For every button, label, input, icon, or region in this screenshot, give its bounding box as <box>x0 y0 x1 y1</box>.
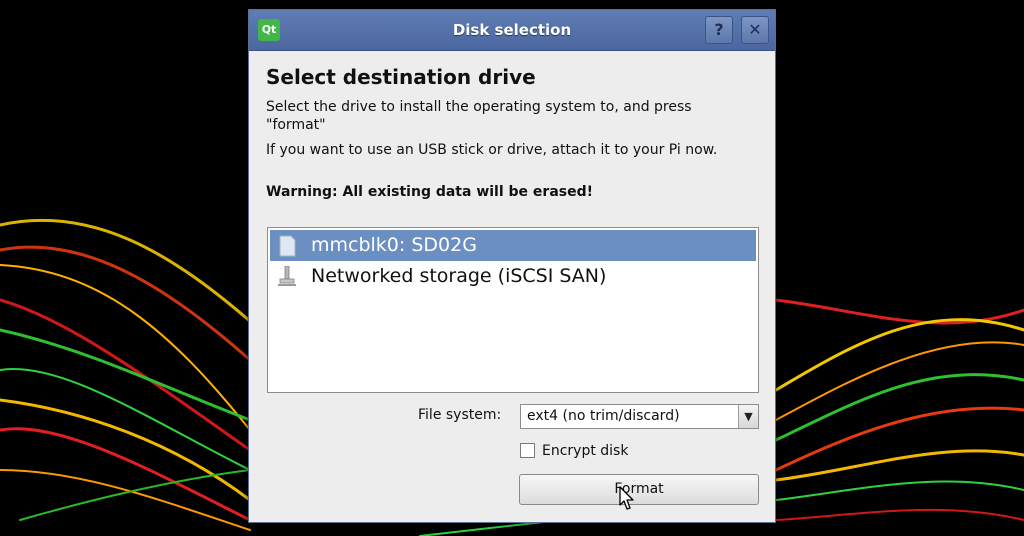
network-storage-icon <box>278 266 296 286</box>
title-bar[interactable]: Qt Disk selection ? ✕ <box>249 10 775 51</box>
drive-list[interactable]: mmcblk0: SD02G Networked storage (iSCSI … <box>267 227 759 393</box>
file-system-label: File system: <box>418 407 502 423</box>
format-button[interactable]: Format <box>519 474 759 505</box>
instruction-text: Select the drive to install the operatin… <box>266 99 692 133</box>
usb-hint-text: If you want to use an USB stick or drive… <box>266 142 718 158</box>
dialog-title: Disk selection <box>452 21 572 39</box>
file-system-value: ext4 (no trim/discard) <box>527 408 680 424</box>
page-title: Select destination drive <box>266 65 536 89</box>
file-system-select[interactable]: ext4 (no trim/discard) ▼ <box>520 404 759 429</box>
drive-label: mmcblk0: SD02G <box>311 234 477 256</box>
warning-text: Warning: All existing data will be erase… <box>266 184 593 200</box>
drive-item-network[interactable]: Networked storage (iSCSI SAN) <box>270 261 756 292</box>
close-button[interactable]: ✕ <box>741 16 769 44</box>
encrypt-disk-label: Encrypt disk <box>542 443 629 459</box>
sd-card-icon <box>279 235 296 257</box>
chevron-down-icon[interactable]: ▼ <box>738 405 758 428</box>
drive-label: Networked storage (iSCSI SAN) <box>311 265 607 287</box>
mouse-pointer-icon <box>619 486 634 510</box>
encrypt-disk-option[interactable]: Encrypt disk <box>520 441 680 461</box>
help-button[interactable]: ? <box>705 16 733 44</box>
drive-item-mmcblk0[interactable]: mmcblk0: SD02G <box>270 230 756 261</box>
encrypt-disk-checkbox[interactable] <box>520 443 535 458</box>
disk-selection-dialog: Qt Disk selection ? ✕ Select destination… <box>248 9 776 523</box>
